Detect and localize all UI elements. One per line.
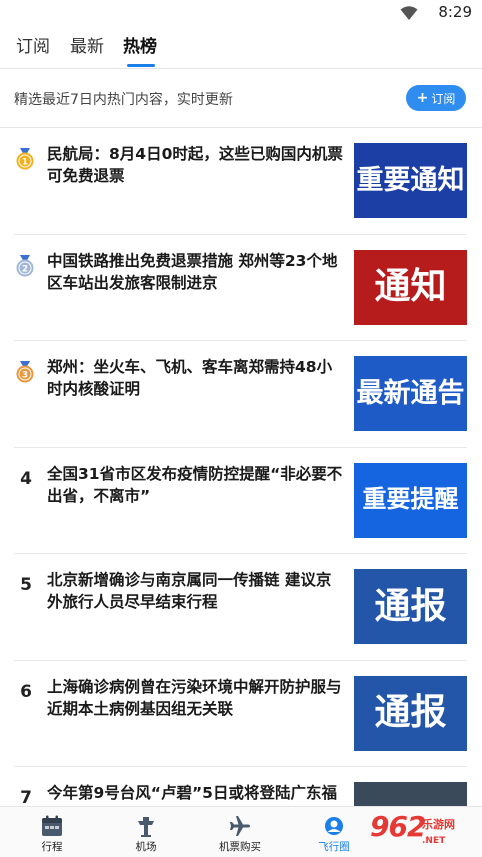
top-tabs: 订阅 最新 热榜 (0, 34, 482, 68)
news-thumbnail[interactable]: 通报 (354, 675, 467, 751)
nav-item-trips[interactable]: 行程 (17, 807, 87, 857)
rank-number: 3 (22, 371, 28, 381)
subscribe-button[interactable]: + 订阅 (406, 85, 466, 111)
rank-number: 1 (22, 158, 28, 168)
airplane-icon (230, 816, 250, 836)
news-title[interactable]: 全国31省市区发布疫情防控提醒“非必要不出省，不离市” (47, 463, 345, 507)
news-item[interactable]: 2 中国铁路推出免费退票措施 郑州等23个地区车站出发旅客限制进京 通知 (0, 235, 482, 341)
clock: 8:29 (438, 3, 472, 21)
news-thumbnail[interactable]: 重要 通知 (354, 143, 467, 218)
thumbnail-text: 最新 (356, 377, 411, 409)
calendar-icon (42, 815, 62, 836)
info-text: 精选最近7日内热门内容，实时更新 (14, 92, 233, 108)
watermark-text: 乐游网 (422, 818, 455, 831)
tab-subscribe[interactable]: 订阅 (16, 34, 50, 68)
rank-number: 6 (20, 681, 32, 702)
medal-icon: 2 (16, 254, 34, 276)
rank-number: 5 (20, 575, 32, 595)
plus-icon: + (416, 90, 429, 106)
medal-icon: 1 (16, 148, 34, 170)
nav-item-buy-tickets[interactable]: 机票购买 (205, 807, 275, 857)
info-bar: 精选最近7日内热门内容，实时更新 + 订阅 (0, 69, 482, 127)
news-item[interactable]: 5 北京新增确诊与南京属同一传播链 建议京外旅行人员尽早结束行程 通报 (0, 554, 482, 660)
tab-hot[interactable]: 热榜 (123, 34, 157, 68)
thumbnail-text: 通知 (374, 266, 447, 308)
thumbnail-text: 通告 (410, 377, 465, 409)
news-item[interactable]: 4 全国31省市区发布疫情防控提醒“非必要不出省，不离市” 重要提醒 (0, 448, 482, 554)
thumbnail-text: 重要提醒 (362, 485, 459, 514)
thumbnail-text: 通报 (374, 585, 447, 627)
news-item[interactable]: 6 上海确诊病例曾在污染环境中解开防护服与近期本土病例基因组无关联 通报 (0, 661, 482, 767)
news-title[interactable]: 中国铁路推出免费退票措施 郑州等23个地区车站出发旅客限制进京 (47, 250, 345, 294)
news-title[interactable]: 上海确诊病例曾在污染环境中解开防护服与近期本土病例基因组无关联 (47, 676, 345, 720)
nav-label: 行程 (41, 841, 63, 853)
news-thumbnail[interactable]: 通知 (354, 249, 467, 325)
rank-number: 4 (20, 468, 32, 489)
watermark-logo: 962 乐游网 .NET (336, 808, 482, 848)
news-title[interactable]: 今年第9号台风“卢碧”5日或将登陆广东福 (47, 782, 345, 804)
rank-number: 2 (22, 264, 28, 274)
status-bar: 8:29 (0, 0, 482, 26)
news-thumbnail[interactable]: 通报 (354, 569, 467, 644)
medal-icon: 3 (16, 361, 34, 383)
tower-icon (138, 817, 154, 837)
nav-label: 机票购买 (219, 841, 261, 853)
wifi-icon (400, 6, 418, 20)
news-title[interactable]: 民航局：8月4日0时起，这些已购国内机票可免费退票 (47, 143, 345, 187)
news-thumbnail[interactable]: 最新 通告 (354, 356, 467, 431)
thumbnail-text: 重要 (356, 164, 411, 196)
subscribe-label: 订阅 (431, 91, 456, 106)
watermark-number: 962 (370, 810, 426, 843)
news-item[interactable]: 1 民航局：8月4日0时起，这些已购国内机票可免费退票 重要 通知 (0, 128, 482, 234)
active-tab-indicator (127, 64, 155, 67)
tab-latest[interactable]: 最新 (70, 34, 104, 68)
watermark-domain: .NET (422, 836, 446, 846)
news-item[interactable]: 3 郑州：坐火车、飞机、客车离郑需持48小时内核酸证明 最新 通告 (0, 341, 482, 447)
thumbnail-text: 通知 (410, 164, 465, 196)
thumbnail-text: 通报 (374, 692, 447, 734)
news-title[interactable]: 郑州：坐火车、飞机、客车离郑需持48小时内核酸证明 (47, 356, 345, 400)
nav-label: 机场 (135, 841, 157, 853)
nav-item-airport[interactable]: 机场 (111, 807, 181, 857)
news-thumbnail[interactable]: 重要提醒 (354, 462, 467, 538)
news-title[interactable]: 北京新增确诊与南京属同一传播链 建议京外旅行人员尽早结束行程 (47, 569, 345, 613)
